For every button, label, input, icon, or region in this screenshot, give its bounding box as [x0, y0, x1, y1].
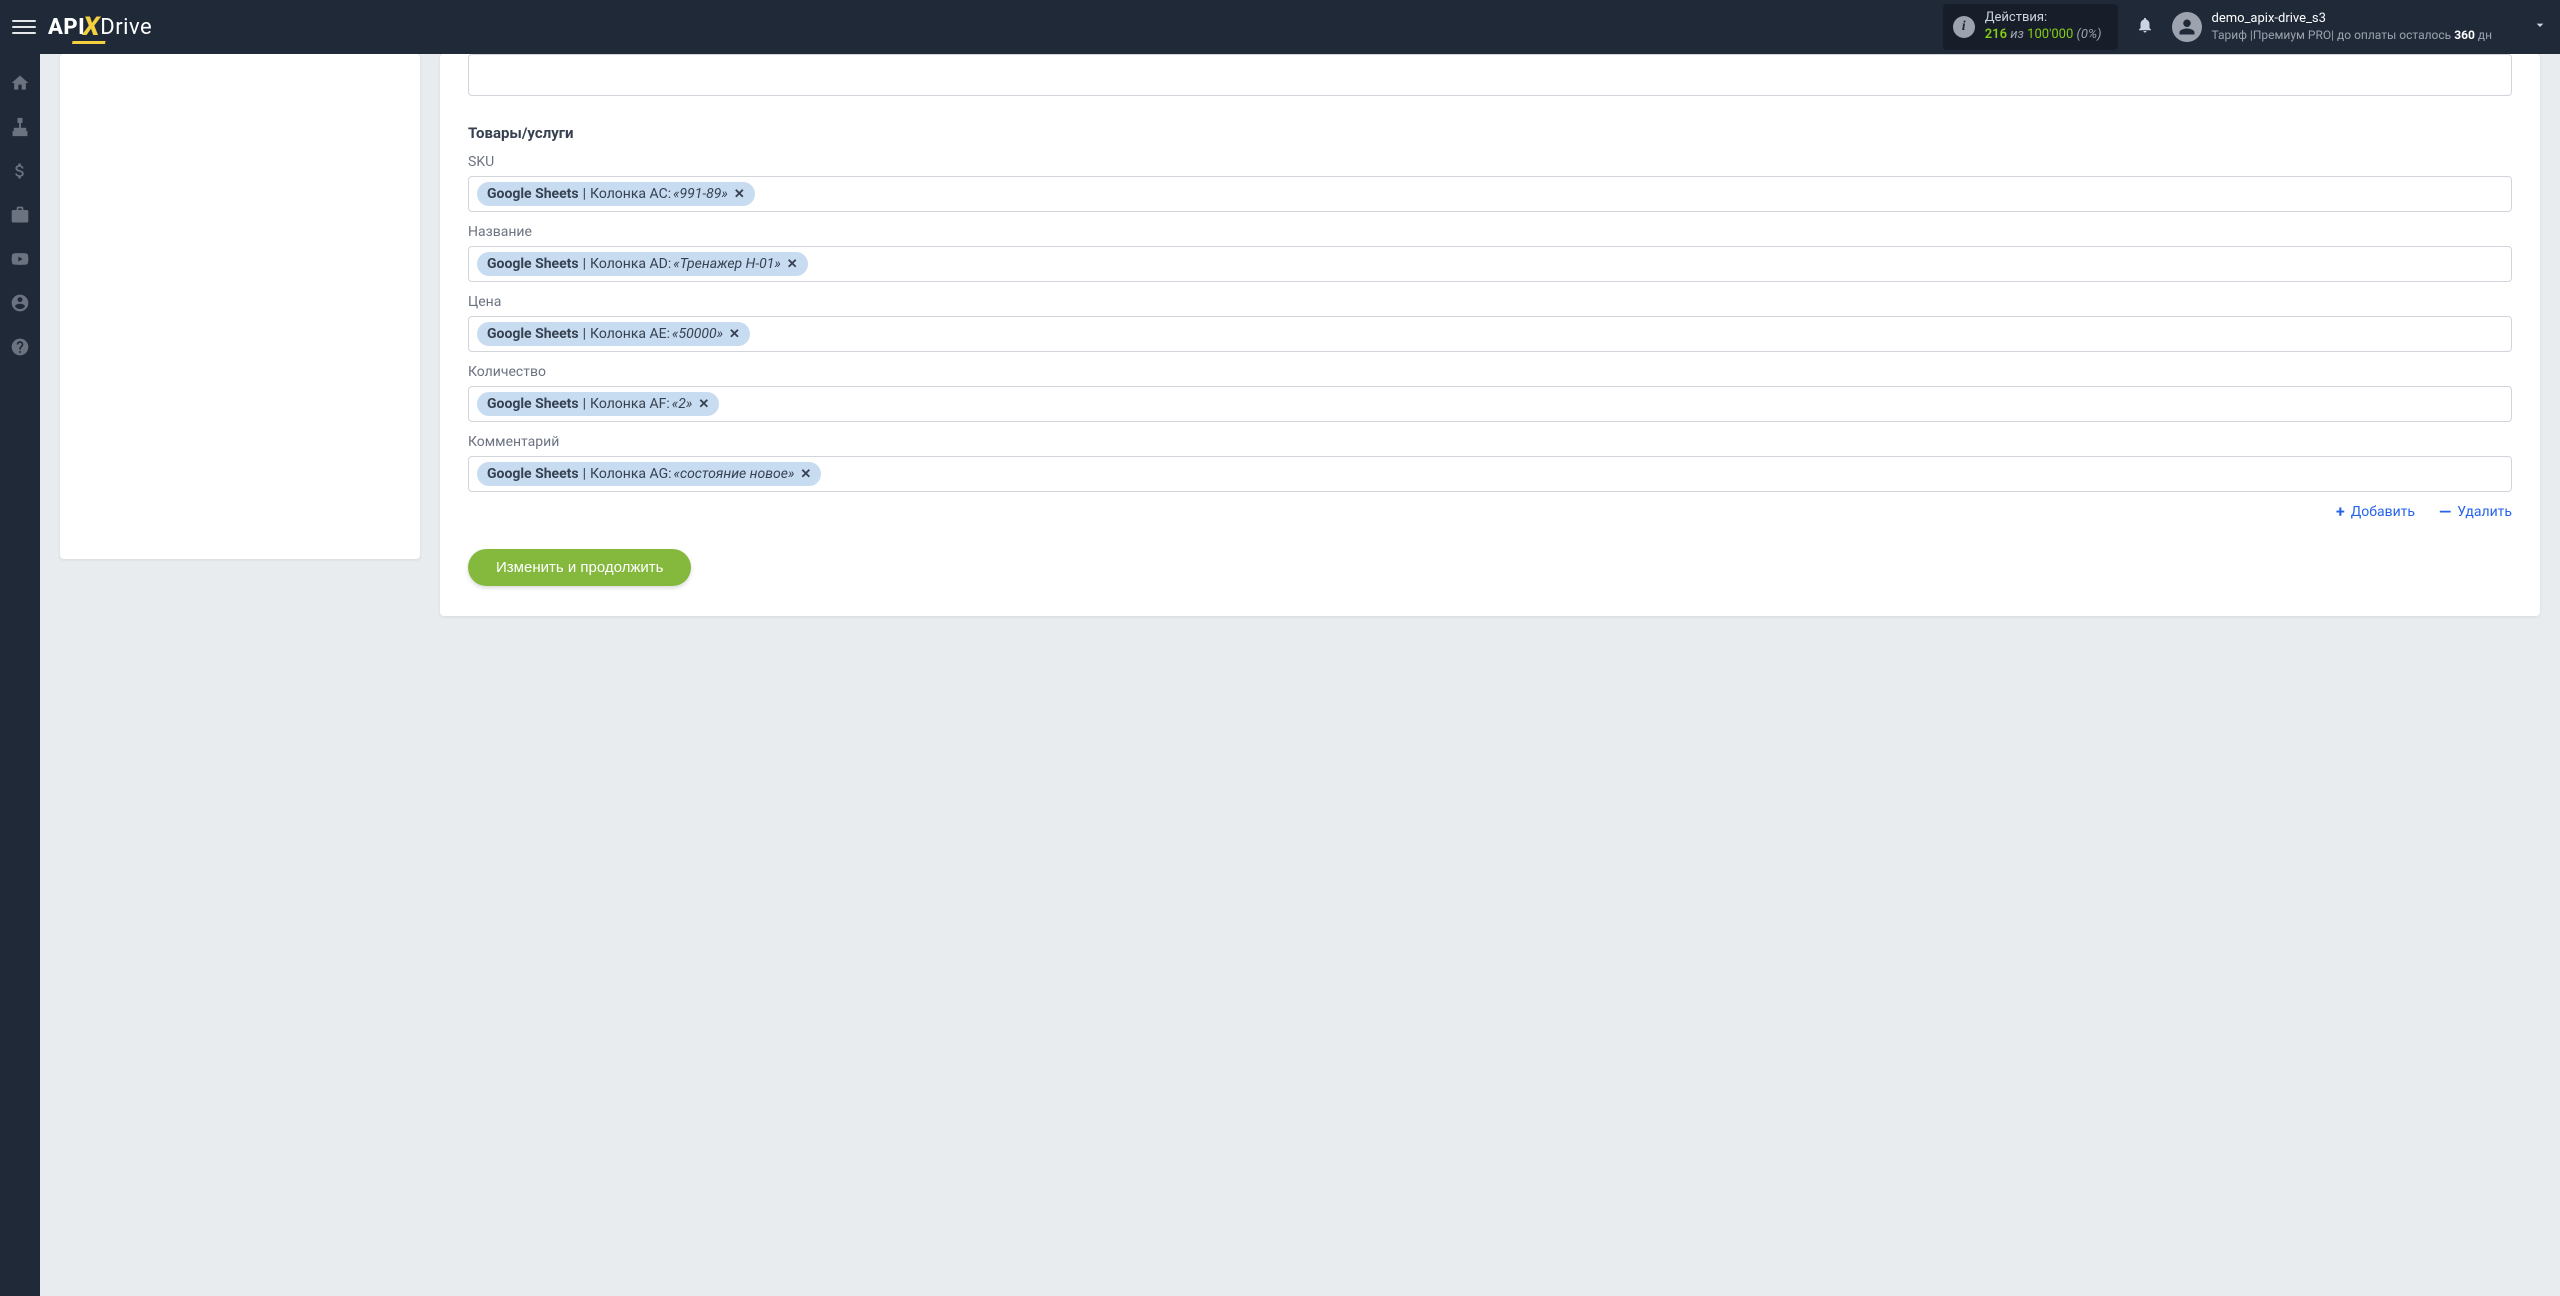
- sidebar-item-home[interactable]: [9, 72, 31, 94]
- user-info: demo_apix-drive_s3 Тариф |Премиум PRO| д…: [2212, 11, 2492, 43]
- field-input-empty[interactable]: [468, 54, 2512, 96]
- field-input[interactable]: Google Sheets | Колонка AG: «состояние н…: [468, 456, 2512, 492]
- actions-of: из: [2010, 27, 2024, 42]
- tag-column: Колонка AE:: [590, 326, 670, 342]
- tag-source: Google Sheets: [487, 326, 579, 342]
- dollar-icon: [10, 161, 30, 181]
- tag-column: Колонка AF:: [590, 396, 670, 412]
- right-panel: Товары/услуги SKU Google Sheets | Колонка…: [440, 54, 2540, 616]
- actions-pct: (0%): [2077, 27, 2102, 42]
- section-title: Товары/услуги: [468, 124, 2512, 142]
- tag-value: «Тренажер H-01»: [673, 256, 781, 272]
- sitemap-icon: [10, 117, 30, 137]
- sidebar-item-work[interactable]: [9, 204, 31, 226]
- left-panel: [60, 54, 420, 559]
- mapping-tag: Google Sheets | Колонка AC: «991-89»✕: [477, 182, 755, 206]
- field-input[interactable]: Google Sheets | Колонка AC: «991-89»✕: [468, 176, 2512, 212]
- mapping-tag: Google Sheets | Колонка AF: «2»✕: [477, 392, 719, 416]
- tag-source: Google Sheets: [487, 186, 579, 202]
- delete-label: Удалить: [2457, 504, 2512, 520]
- mapping-tag: Google Sheets | Колонка AG: «состояние н…: [477, 462, 821, 486]
- tag-remove-icon[interactable]: ✕: [787, 257, 798, 272]
- minus-icon: —: [2439, 502, 2451, 521]
- logo[interactable]: APIXDrive: [48, 12, 152, 42]
- add-button[interactable]: + Добавить: [2336, 502, 2415, 521]
- actions-counter[interactable]: i Действия: 216 из 100'000 (0%): [1943, 4, 2118, 50]
- header-right: i Действия: 216 из 100'000 (0%) demo_api…: [1943, 4, 2548, 50]
- user-icon: [2178, 18, 2196, 36]
- actions-total: 100'000: [2027, 27, 2073, 42]
- tag-remove-icon[interactable]: ✕: [734, 187, 745, 202]
- chevron-down-icon: [2532, 17, 2548, 37]
- actions-label: Действия:: [1985, 10, 2102, 27]
- tag-column: Колонка AC:: [590, 186, 671, 202]
- plus-icon: +: [2336, 502, 2345, 521]
- field-label: Цена: [468, 294, 2512, 310]
- field-input[interactable]: Google Sheets | Колонка AD: «Тренажер H-…: [468, 246, 2512, 282]
- tag-column: Колонка AG:: [590, 466, 671, 482]
- user-menu[interactable]: demo_apix-drive_s3 Тариф |Премиум PRO| д…: [2172, 11, 2548, 43]
- user-name: demo_apix-drive_s3: [2212, 11, 2492, 28]
- user-circle-icon: [10, 293, 30, 313]
- sidebar-item-help[interactable]: [9, 336, 31, 358]
- field-actions: + Добавить — Удалить: [468, 502, 2512, 521]
- tag-remove-icon[interactable]: ✕: [698, 397, 709, 412]
- field-label: SKU: [468, 154, 2512, 170]
- logo-api: API: [48, 15, 85, 40]
- sidebar-item-video[interactable]: [9, 248, 31, 270]
- submit-button[interactable]: Изменить и продолжить: [468, 549, 691, 586]
- sidebar-item-connections[interactable]: [9, 116, 31, 138]
- field-label: Комментарий: [468, 434, 2512, 450]
- tag-source: Google Sheets: [487, 396, 579, 412]
- field-label: Название: [468, 224, 2512, 240]
- menu-toggle-button[interactable]: [12, 15, 36, 39]
- tag-column: Колонка AD:: [590, 256, 671, 272]
- sidebar: [0, 54, 40, 1296]
- youtube-icon: [10, 249, 30, 269]
- tag-value: «991-89»: [673, 186, 728, 202]
- sidebar-item-billing[interactable]: [9, 160, 31, 182]
- field-input[interactable]: Google Sheets | Колонка AE: «50000»✕: [468, 316, 2512, 352]
- mapping-tag: Google Sheets | Колонка AE: «50000»✕: [477, 322, 750, 346]
- tag-remove-icon[interactable]: ✕: [729, 327, 740, 342]
- app-header: APIXDrive i Действия: 216 из 100'000 (0%…: [0, 0, 2560, 54]
- actions-text: Действия: 216 из 100'000 (0%): [1985, 10, 2102, 44]
- notifications-button[interactable]: [2136, 16, 2154, 38]
- actions-count: 216: [1985, 27, 2007, 42]
- avatar: [2172, 12, 2202, 42]
- mapping-tag: Google Sheets | Колонка AD: «Тренажер H-…: [477, 252, 808, 276]
- tag-source: Google Sheets: [487, 466, 579, 482]
- add-label: Добавить: [2351, 504, 2415, 520]
- tag-value: «состояние новое»: [674, 466, 795, 482]
- bell-icon: [2136, 16, 2154, 34]
- help-icon: [10, 337, 30, 357]
- tag-value: «2»: [672, 396, 693, 412]
- sidebar-item-profile[interactable]: [9, 292, 31, 314]
- field-input[interactable]: Google Sheets | Колонка AF: «2»✕: [468, 386, 2512, 422]
- briefcase-icon: [10, 205, 30, 225]
- tag-remove-icon[interactable]: ✕: [800, 467, 811, 482]
- delete-button[interactable]: — Удалить: [2439, 502, 2512, 521]
- field-label: Количество: [468, 364, 2512, 380]
- tag-source: Google Sheets: [487, 256, 579, 272]
- tag-value: «50000»: [672, 326, 723, 342]
- home-icon: [10, 73, 30, 93]
- user-tariff: Тариф |Премиум PRO| до оплаты осталось 3…: [2212, 28, 2492, 44]
- logo-drive: Drive: [100, 15, 152, 40]
- main-content: Товары/услуги SKU Google Sheets | Колонка…: [40, 54, 2560, 616]
- info-icon: i: [1953, 16, 1975, 38]
